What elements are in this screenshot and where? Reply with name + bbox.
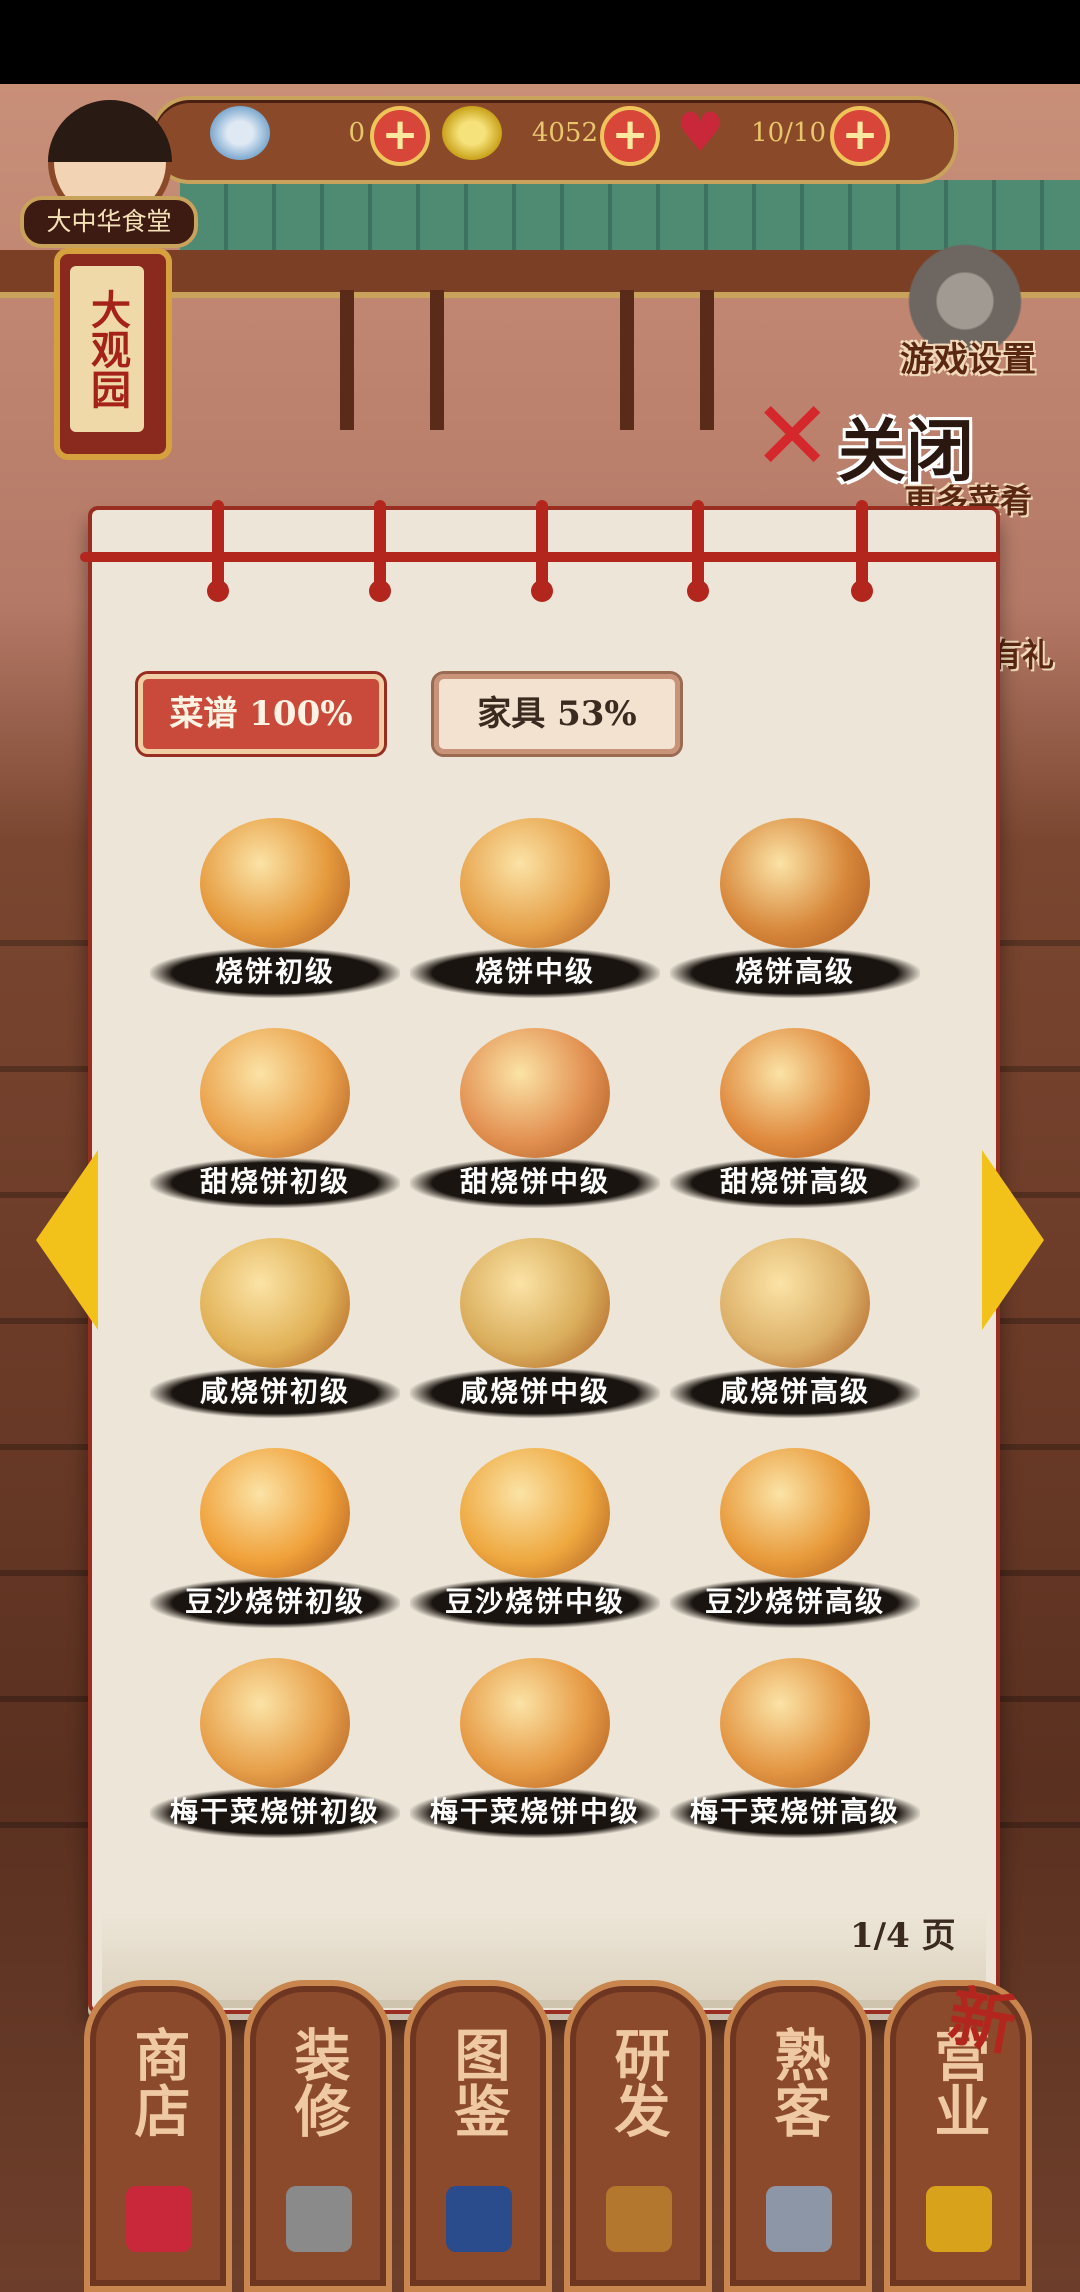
flatbread-icon [200,818,350,948]
recipe-item[interactable]: 豆沙烧饼中级 [410,1440,660,1640]
salty-flatbread-leaf-icon [460,1238,610,1368]
recipe-item-label: 烧饼初级 [214,955,335,988]
recipe-item-label: 梅干菜烧饼高级 [689,1795,900,1828]
nav-codex[interactable]: 图鉴 [404,1980,552,2292]
recipe-item[interactable]: 烧饼高级 [670,810,920,1010]
hanging-string [692,500,704,590]
hanging-string [536,500,548,590]
nav-label: 商店 [125,2026,191,2138]
gold-value: 4052 [531,118,598,148]
sweet-flatbread-icon [200,1028,350,1158]
nav-label: 研发 [605,2026,671,2138]
decorate-icon [286,2186,352,2252]
recipe-item[interactable]: 甜烧饼初级 [150,1020,400,1220]
bean-paste-flatbread-icon [200,1448,350,1578]
recipe-item-label: 甜烧饼初级 [199,1165,350,1198]
restaurant-name: 大中华食堂 [20,196,198,248]
preserved-veg-flatbread-plate-icon [720,1658,870,1788]
ring-knot [369,580,391,602]
preserved-veg-flatbread-leaf-icon [460,1658,610,1788]
nav-label: 图鉴 [445,2026,511,2138]
flatbread-wrapped-icon [460,818,610,948]
shop-icon [126,2186,192,2252]
flatbread-deluxe-icon [720,818,870,948]
tab-furniture[interactable]: 家具 53% [431,671,683,757]
hanging-string [374,500,386,590]
bean-paste-flatbread-ribbon-icon [460,1448,610,1578]
nav-label: 装修 [285,2026,351,2138]
next-page-arrow-icon[interactable] [982,1150,1044,1330]
silver-value: 0 [348,118,365,148]
recipe-item-label: 豆沙烧饼高级 [704,1585,885,1618]
salty-flatbread-icon [200,1238,350,1368]
regulars-icon [766,2186,832,2252]
recipe-item-label: 咸烧饼初级 [199,1375,350,1408]
recipe-item[interactable]: 烧饼初级 [150,810,400,1010]
research-icon [606,2186,672,2252]
ring-knot [687,580,709,602]
nav-label: 熟客 [765,2026,831,2138]
recipe-item-label: 梅干菜烧饼初级 [169,1795,380,1828]
recipe-item-label: 甜烧饼中级 [459,1165,610,1198]
sweet-flatbread-pink-icon [460,1028,610,1158]
business-icon [926,2186,992,2252]
codex-icon [446,2186,512,2252]
nav-shop[interactable]: 商店 [84,1980,232,2292]
recipe-item-label: 咸烧饼高级 [719,1375,870,1408]
recipe-item-label: 豆沙烧饼中级 [444,1585,625,1618]
recipe-item[interactable]: 豆沙烧饼高级 [670,1440,920,1640]
recipe-item-label: 烧饼高级 [734,955,855,988]
recipe-item[interactable]: 甜烧饼中级 [410,1020,660,1220]
nav-decorate[interactable]: 装修 [244,1980,392,2292]
close-icon: ✕ [752,380,833,492]
nav-regulars[interactable]: 熟客 [724,1980,872,2292]
page-indicator: 1/4 页 [850,1916,956,1956]
recipe-item[interactable]: 咸烧饼初级 [150,1230,400,1430]
salty-flatbread-wave-icon [720,1238,870,1368]
ring-knot [851,580,873,602]
game-settings-label[interactable]: 游戏设置 [900,332,1070,381]
recipe-item[interactable]: 甜烧饼高级 [670,1020,920,1220]
nav-research[interactable]: 研发 [564,1980,712,2292]
sweet-flatbread-red-icon [720,1028,870,1158]
hanging-string [856,500,868,590]
pillar [340,290,354,430]
add-gold-button[interactable]: + [600,106,660,166]
ring-knot [207,580,229,602]
recipe-item-label: 甜烧饼高级 [719,1165,870,1198]
preserved-veg-flatbread-icon [200,1658,350,1788]
recipe-item-label: 梅干菜烧饼中级 [429,1795,640,1828]
pillar [700,290,714,430]
recipe-item[interactable]: 豆沙烧饼初级 [150,1440,400,1640]
recipe-item[interactable]: 烧饼中级 [410,810,660,1010]
close-label: 关闭 [838,412,975,492]
stamina-value: 10/10 [751,118,826,148]
status-bar [0,0,1080,84]
location-sign-label: 大观园 [70,266,144,432]
tab-recipes[interactable]: 菜谱 100% [135,671,387,757]
recipe-item-label: 烧饼中级 [474,955,595,988]
add-stamina-button[interactable]: + [830,106,890,166]
previous-page-arrow-icon[interactable] [36,1150,98,1330]
add-silver-button[interactable]: + [370,106,430,166]
recipe-item[interactable]: 梅干菜烧饼高级 [670,1650,920,1850]
recipe-item-label: 咸烧饼中级 [459,1375,610,1408]
close-button[interactable]: ✕ 关闭 [752,380,992,492]
recipe-item-label: 豆沙烧饼初级 [184,1585,365,1618]
pillar [620,290,634,430]
recipe-item[interactable]: 咸烧饼高级 [670,1230,920,1430]
hanging-string [212,500,224,590]
recipe-item[interactable]: 梅干菜烧饼初级 [150,1650,400,1850]
bean-paste-flatbread-box-icon [720,1448,870,1578]
recipe-item[interactable]: 梅干菜烧饼中级 [410,1650,660,1850]
pillar [430,290,444,430]
recipe-item[interactable]: 咸烧饼中级 [410,1230,660,1430]
ring-knot [531,580,553,602]
